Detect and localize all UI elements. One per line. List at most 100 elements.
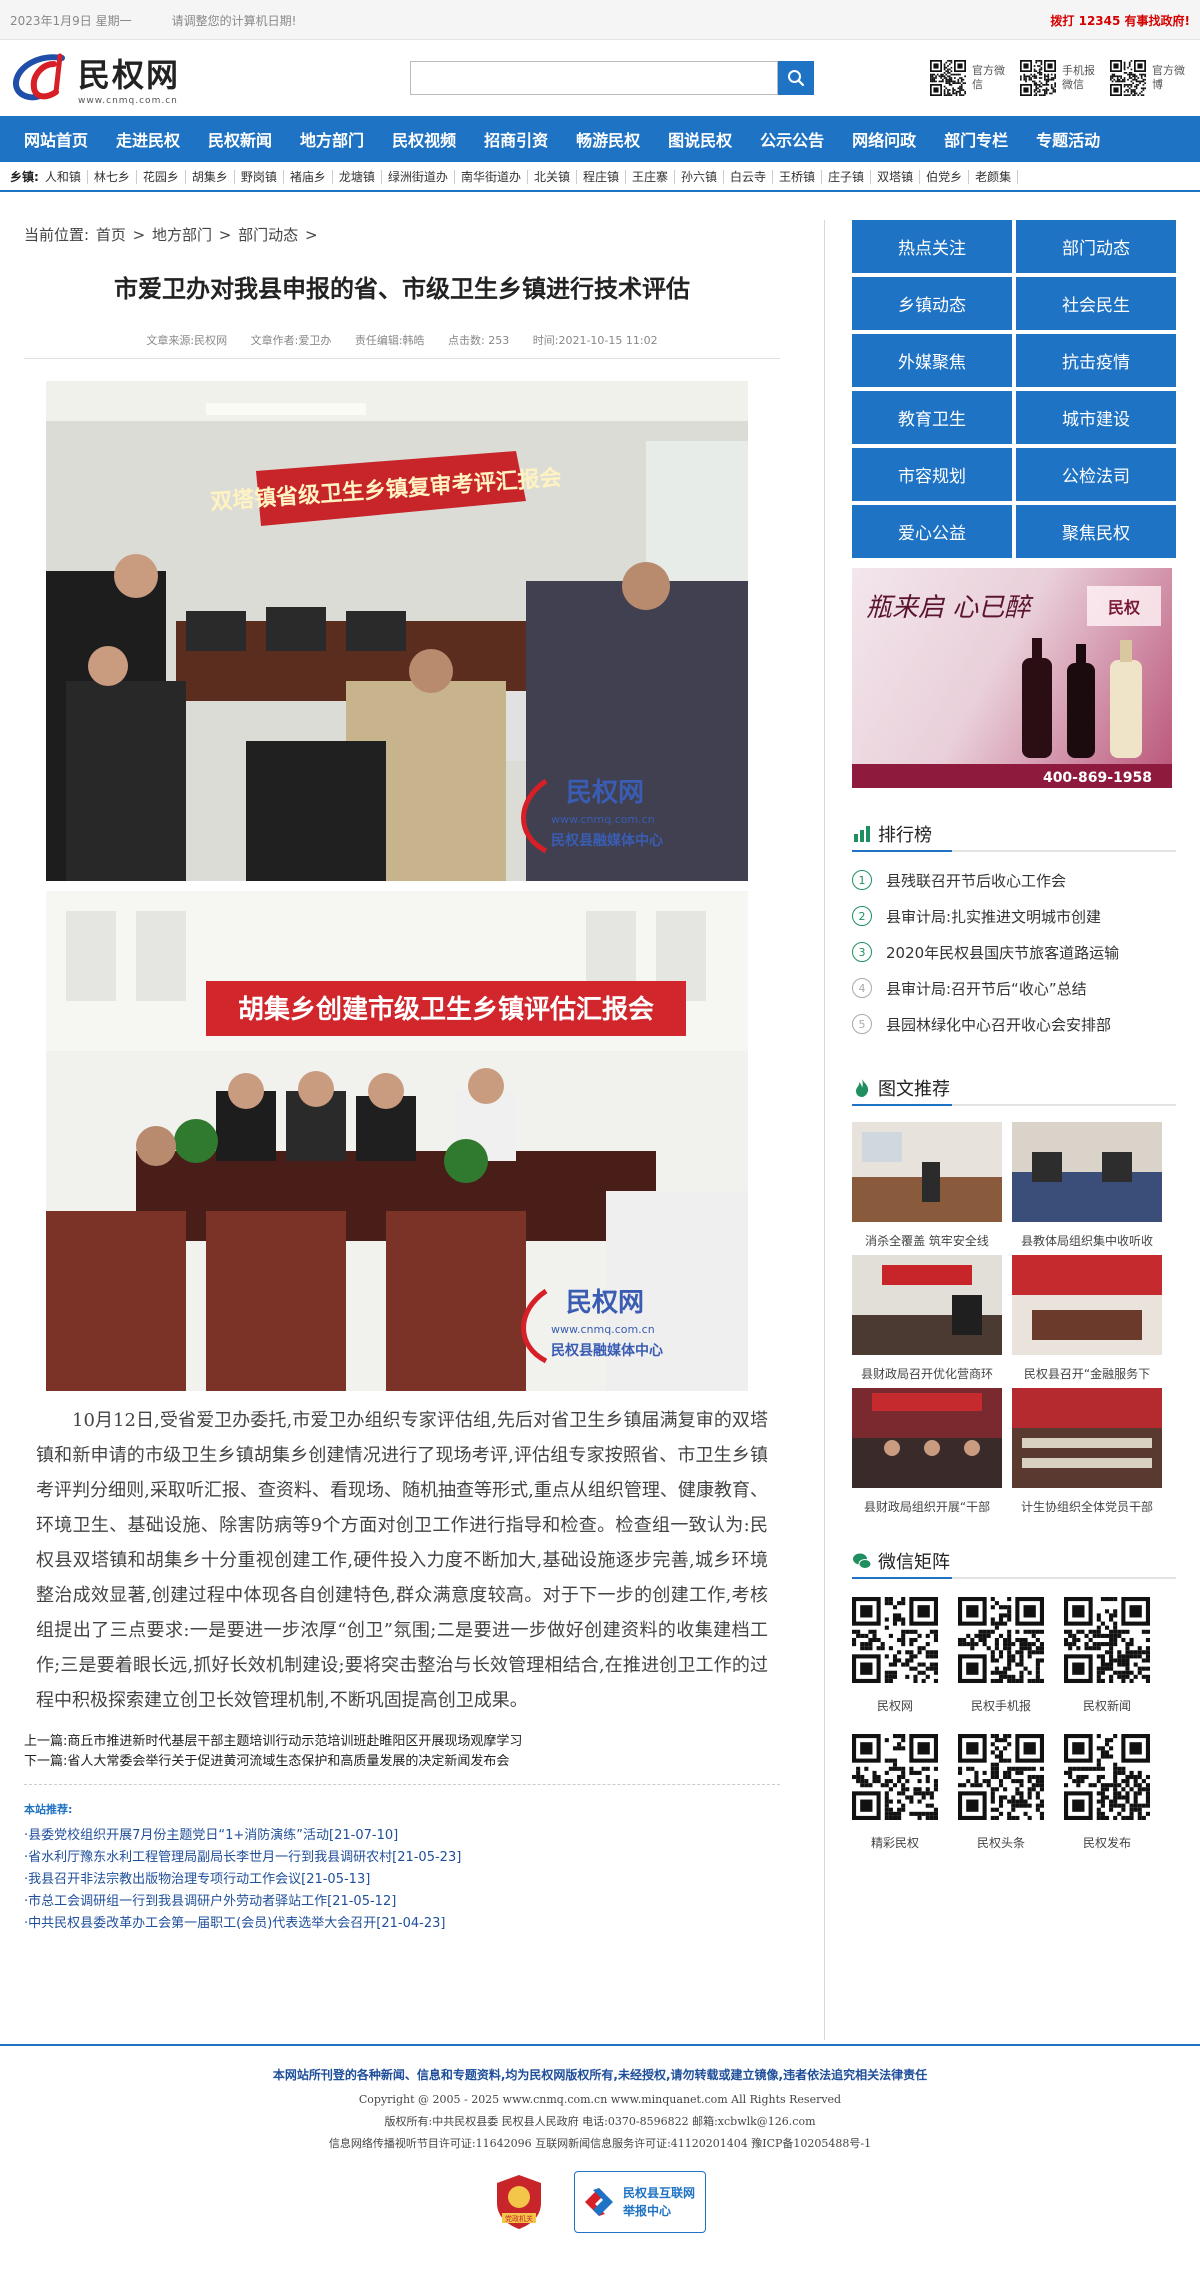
pic-caption: 民权县召开“金融服务下 xyxy=(1023,1367,1151,1381)
search-input[interactable] xyxy=(410,61,778,95)
town-link[interactable]: 人和镇 xyxy=(38,169,88,184)
category-hot[interactable]: 热点关注 xyxy=(852,220,1012,273)
report-center-line1: 民权县互联网 xyxy=(623,2186,696,2200)
wechat-qr-item[interactable]: 民权发布 xyxy=(1064,1734,1150,1851)
nav-investment[interactable]: 招商引资 xyxy=(470,127,562,151)
nav-video[interactable]: 民权视频 xyxy=(378,127,470,151)
category-charity[interactable]: 爱心公益 xyxy=(852,505,1012,558)
nav-photos[interactable]: 图说民权 xyxy=(654,127,746,151)
wechat-qr-item[interactable]: 精彩民权 xyxy=(852,1734,938,1851)
town-link[interactable]: 南华街道办 xyxy=(454,169,528,184)
pic-thumbnail xyxy=(852,1255,1002,1355)
breadcrumb-sep: > xyxy=(304,226,318,244)
wechat-qr-item[interactable]: 民权头条 xyxy=(958,1734,1044,1851)
hotline-link[interactable]: 拨打 12345 有事找政府! xyxy=(1050,12,1190,29)
nav-departments[interactable]: 地方部门 xyxy=(286,127,378,151)
header-qr-official-weibo[interactable]: 官方微博 xyxy=(1110,60,1190,96)
pic-thumbnail xyxy=(1012,1388,1162,1488)
category-focus[interactable]: 聚焦民权 xyxy=(1016,505,1176,558)
wechat-qr-item[interactable]: 民权网 xyxy=(852,1597,938,1714)
wechat-qr-item[interactable]: 民权新闻 xyxy=(1064,1597,1150,1714)
recommend-item[interactable]: ·县委党校组织开展7月份主题党日“1+消防演练”活动[21-07-10] xyxy=(24,1825,780,1847)
footer-copyright: Copyright @ 2005 - 2025 www.cnmq.com.cn … xyxy=(358,2093,842,2106)
pic-card[interactable]: 县财政局组织开展“干部 xyxy=(852,1388,1002,1515)
breadcrumb-home[interactable]: 首页 xyxy=(96,226,126,244)
town-link[interactable]: 北关镇 xyxy=(527,169,577,184)
watermark-sub: 民权县融媒体中心 xyxy=(551,832,663,849)
next-article-link[interactable]: 下一篇:省人大常委会举行关于促进黄河流域生态保护和高质量发展的决定新闻发布会 xyxy=(24,1752,780,1772)
meta-author: 文章作者:爱卫办 xyxy=(250,334,332,347)
breadcrumb-dept-news[interactable]: 部门动态 xyxy=(238,226,298,244)
footer-notice: 本网站所刊登的各种新闻、信息和专题资料,均为民权网版权所有,未经授权,请勿转载或… xyxy=(272,2068,928,2082)
site-header: 民权网 www.cnmq.com.cn 官方微信 手机报微信 官方微博 xyxy=(0,40,1200,116)
search-button[interactable] xyxy=(778,61,814,95)
nav-home[interactable]: 网站首页 xyxy=(10,127,102,151)
rank-text: 县审计局:召开节后“收心”总结 xyxy=(886,979,1087,998)
pics-title: 图文推荐 xyxy=(878,1079,950,1100)
recommend-item[interactable]: ·我县召开非法宗教出版物治理专项行动工作会议[21-05-13] xyxy=(24,1869,780,1891)
town-link[interactable]: 双塔镇 xyxy=(871,169,921,184)
header-qr-mobile-wechat[interactable]: 手机报微信 xyxy=(1020,60,1100,96)
recommend-item[interactable]: ·省水利厅豫东水利工程管理局副局长李世月一行到我县调研农村[21-05-23] xyxy=(24,1847,780,1869)
town-link[interactable]: 林七乡 xyxy=(87,169,137,184)
category-livelihood[interactable]: 社会民生 xyxy=(1016,277,1176,330)
nav-events[interactable]: 专题活动 xyxy=(1022,127,1114,151)
town-link[interactable]: 程庄镇 xyxy=(576,169,626,184)
ad-phone: 400-869-1958 xyxy=(1043,770,1152,786)
town-link[interactable]: 花园乡 xyxy=(136,169,186,184)
ranking-item[interactable]: 2 县审计局:扎实推进文明城市创建 xyxy=(852,898,1176,934)
town-link[interactable]: 王桥镇 xyxy=(773,169,823,184)
town-link[interactable]: 孙六镇 xyxy=(675,169,725,184)
government-badge-icon[interactable]: 党政机关 xyxy=(494,2173,544,2231)
town-link[interactable]: 胡集乡 xyxy=(185,169,235,184)
wine-ad-banner[interactable]: 瓶来启 心已醉 民权 400-869-1958 xyxy=(852,568,1172,788)
footer-license: 信息网络传播视听节目许可证:11642096 互联网新闻信息服务许可证:4112… xyxy=(328,2137,872,2150)
nav-tourism[interactable]: 畅游民权 xyxy=(562,127,654,151)
town-link[interactable]: 庄子镇 xyxy=(822,169,872,184)
qr-code-icon xyxy=(958,1597,1044,1683)
ranking-item[interactable]: 1 县残联召开节后收心工作会 xyxy=(852,862,1176,898)
nav-about[interactable]: 走进民权 xyxy=(102,127,194,151)
pic-card[interactable]: 县教体局组织集中收听收 xyxy=(1012,1122,1162,1249)
category-towns[interactable]: 乡镇动态 xyxy=(852,277,1012,330)
nav-columns[interactable]: 部门专栏 xyxy=(930,127,1022,151)
category-epidemic[interactable]: 抗击疫情 xyxy=(1016,334,1176,387)
category-education[interactable]: 教育卫生 xyxy=(852,391,1012,444)
meta-source: 文章来源:民权网 xyxy=(146,334,228,347)
town-link[interactable]: 老颜集 xyxy=(969,169,1019,184)
site-logo[interactable]: 民权网 www.cnmq.com.cn xyxy=(10,50,390,106)
town-link[interactable]: 绿洲街道办 xyxy=(381,169,455,184)
pic-card[interactable]: 民权县召开“金融服务下 xyxy=(1012,1255,1162,1382)
report-center-badge[interactable]: 民权县互联网 举报中心 xyxy=(574,2171,706,2233)
category-planning[interactable]: 市容规划 xyxy=(852,448,1012,501)
nav-inquiry[interactable]: 网络问政 xyxy=(838,127,930,151)
flame-icon xyxy=(856,1079,869,1097)
category-dept[interactable]: 部门动态 xyxy=(1016,220,1176,273)
wechat-title: 微信矩阵 xyxy=(878,1552,950,1573)
pic-card[interactable]: 消杀全覆盖 筑牢安全线 xyxy=(852,1122,1002,1249)
category-city[interactable]: 城市建设 xyxy=(1016,391,1176,444)
prev-article-link[interactable]: 上一篇:商丘市推进新时代基层干部主题培训行动示范培训班赴睢阳区开展现场观摩学习 xyxy=(24,1732,780,1752)
header-qr-official-wechat[interactable]: 官方微信 xyxy=(930,60,1010,96)
ranking-item[interactable]: 3 2020年民权县国庆节旅客道路运输 xyxy=(852,934,1176,970)
town-link[interactable]: 龙塘镇 xyxy=(332,169,382,184)
breadcrumb-departments[interactable]: 地方部门 xyxy=(152,226,212,244)
nav-news[interactable]: 民权新闻 xyxy=(194,127,286,151)
article-column: 当前位置: 首页 > 地方部门 > 部门动态 > 市爱卫办对我县申报的省、市级卫… xyxy=(24,192,780,1935)
nav-notices[interactable]: 公示公告 xyxy=(746,127,838,151)
category-law[interactable]: 公检法司 xyxy=(1016,448,1176,501)
town-link[interactable]: 白云寺 xyxy=(724,169,774,184)
watermark-url: www.cnmq.com.cn xyxy=(551,1323,655,1336)
ranking-item[interactable]: 5 县园林绿化中心召开收心会安排部 xyxy=(852,1006,1176,1042)
pic-card[interactable]: 县财政局召开优化营商环 xyxy=(852,1255,1002,1382)
ranking-item[interactable]: 4 县审计局:召开节后“收心”总结 xyxy=(852,970,1176,1006)
recommend-item[interactable]: ·中共民权县委改革办工会第一届职工(会员)代表选举大会召开[21-04-23] xyxy=(24,1913,780,1935)
wechat-qr-item[interactable]: 民权手机报 xyxy=(958,1597,1044,1714)
town-link[interactable]: 野岗镇 xyxy=(234,169,284,184)
recommend-item[interactable]: ·市总工会调研组一行到我县调研户外劳动者驿站工作[21-05-12] xyxy=(24,1891,780,1913)
pic-card[interactable]: 计生协组织全体党员干部 xyxy=(1012,1388,1162,1515)
town-link[interactable]: 王庄寨 xyxy=(625,169,675,184)
category-media[interactable]: 外媒聚焦 xyxy=(852,334,1012,387)
town-link[interactable]: 伯党乡 xyxy=(920,169,970,184)
town-link[interactable]: 褚庙乡 xyxy=(283,169,333,184)
